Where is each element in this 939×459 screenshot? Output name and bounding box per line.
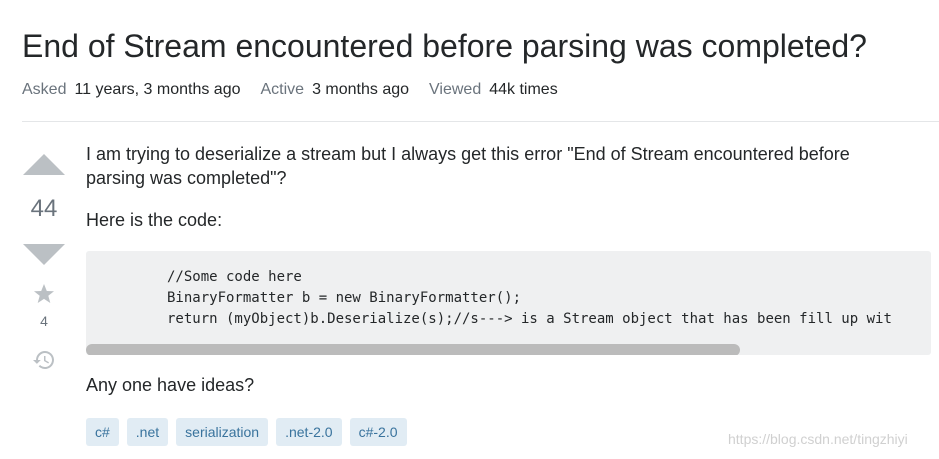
meta-viewed-value: 44k times [489, 81, 558, 98]
favorite-count: 4 [40, 313, 48, 329]
tag-csharp-2-0[interactable]: c#-2.0 [349, 418, 407, 446]
vote-up-icon[interactable] [23, 154, 65, 175]
meta-asked-value: 11 years, 3 months ago [74, 81, 241, 98]
post-paragraph-3: Any one have ideas? [86, 375, 255, 395]
tag-list: c# .net serialization .net-2.0 c#-2.0 [86, 418, 415, 446]
history-icon[interactable] [32, 348, 56, 372]
post-paragraph-1: I am trying to deserialize a stream but … [86, 144, 850, 188]
post-paragraph-2: Here is the code: [86, 210, 223, 230]
header-divider [22, 121, 939, 122]
meta-viewed: Viewed 44k times [429, 80, 558, 100]
tag-dotnet-2-0[interactable]: .net-2.0 [276, 418, 342, 446]
question-title[interactable]: End of Stream encountered before parsing… [22, 26, 867, 66]
watermark: https://blog.csdn.net/tingzhiyi [728, 431, 908, 447]
meta-asked-label: Asked [22, 81, 67, 98]
meta-active-label: Active [260, 81, 305, 98]
tag-dotnet[interactable]: .net [126, 418, 169, 446]
meta-viewed-label: Viewed [429, 81, 482, 98]
tag-csharp[interactable]: c# [86, 418, 119, 446]
code-text: //Some code here BinaryFormatter b = new… [167, 269, 892, 327]
meta-active: Active 3 months ago [261, 80, 410, 100]
vote-down-icon[interactable] [23, 244, 65, 265]
tag-serialization[interactable]: serialization [176, 418, 269, 446]
star-icon[interactable] [32, 282, 56, 306]
code-block[interactable]: //Some code here BinaryFormatter b = new… [86, 251, 931, 355]
code-scrollbar-thumb[interactable] [86, 344, 740, 355]
vote-count: 44 [30, 195, 58, 222]
meta-asked: Asked 11 years, 3 months ago [22, 80, 241, 100]
question-meta: Asked 11 years, 3 months ago Active 3 mont… [22, 80, 578, 100]
meta-active-value[interactable]: 3 months ago [312, 81, 409, 98]
